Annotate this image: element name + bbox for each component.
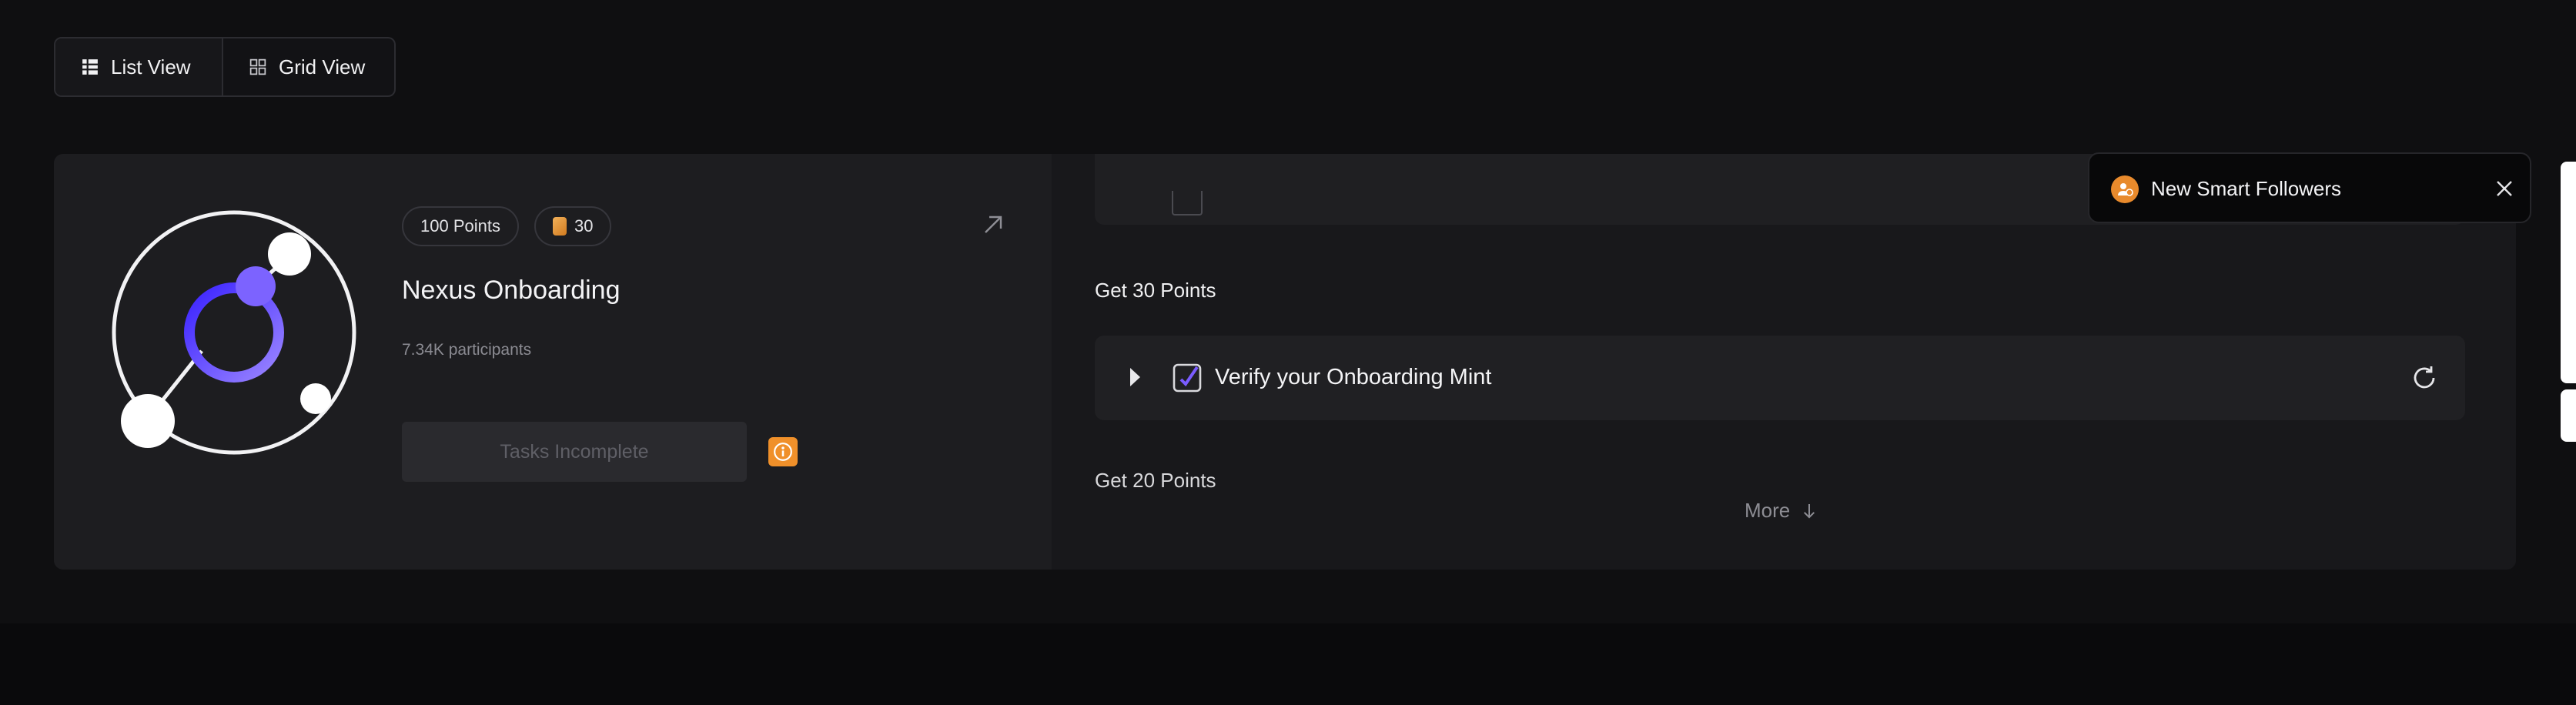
info-icon[interactable]: [768, 437, 798, 466]
quest-badges: 100 Points 30: [402, 206, 612, 246]
quest-title: Nexus Onboarding: [402, 276, 621, 305]
notification-toast: New Smart Followers: [2088, 152, 2531, 223]
coin-icon: [552, 217, 567, 236]
nexus-logo-icon: [112, 210, 356, 455]
arrow-down-icon: [1804, 503, 1815, 519]
page-footer-band: [0, 623, 2576, 705]
toast-message: New Smart Followers: [2151, 177, 2342, 200]
participant-count: 7.34K participants: [402, 341, 532, 359]
task-row[interactable]: Verify your Onboarding Mint: [1095, 336, 2465, 420]
smart-followers-avatar-icon: [2111, 175, 2139, 203]
points-badge: 100 Points: [402, 206, 519, 246]
external-link-icon[interactable]: [981, 212, 1005, 237]
side-drawer-edge[interactable]: [2561, 162, 2576, 383]
coin-badge: 30: [534, 206, 612, 246]
section-header-30-points: Get 30 Points: [1095, 279, 1216, 302]
more-label: More: [1745, 499, 1791, 522]
grid-view-icon: [249, 58, 266, 75]
expand-caret-icon[interactable]: [1130, 368, 1140, 386]
view-toggle: List View Grid View: [54, 37, 396, 97]
task-label: Verify your Onboarding Mint: [1215, 365, 1492, 389]
grid-view-button[interactable]: Grid View: [222, 38, 394, 95]
task-icon: [1172, 191, 1203, 216]
section-header-20-points-label: Get 20 Points: [1095, 469, 1216, 488]
refresh-icon[interactable]: [2410, 363, 2439, 393]
side-drawer-tab[interactable]: [2561, 389, 2576, 442]
tasks-incomplete-button[interactable]: Tasks Incomplete: [402, 422, 747, 482]
section-header-20-points: Get 20 Points: [1095, 469, 1403, 488]
close-icon[interactable]: [2494, 179, 2514, 199]
coin-badge-label: 30: [574, 216, 594, 236]
list-view-button[interactable]: List View: [55, 38, 222, 95]
list-view-label: List View: [111, 55, 191, 79]
quest-summary: 100 Points 30 Nexus Onboarding 7.34K par…: [54, 154, 1052, 570]
points-badge-label: 100 Points: [420, 216, 500, 236]
more-button[interactable]: More: [1745, 499, 1816, 523]
list-view-icon: [82, 59, 98, 75]
grid-view-label: Grid View: [279, 55, 366, 79]
mint-check-icon: [1173, 363, 1202, 393]
